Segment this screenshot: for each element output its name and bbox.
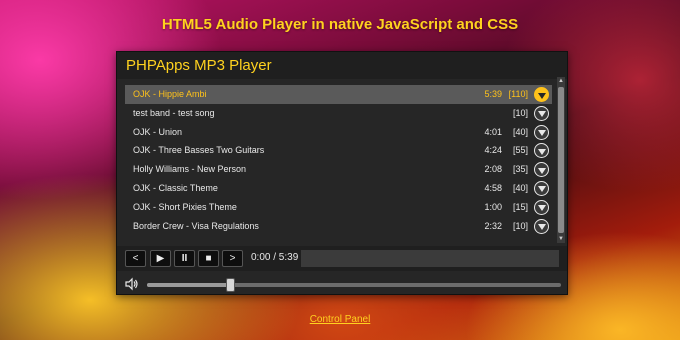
track-title: OJK - Classic Theme (133, 182, 218, 193)
audio-player: PHPApps MP3 Player OJK - Hippie Ambi 5:39… (116, 51, 568, 295)
player-header: PHPApps MP3 Player (117, 52, 567, 79)
track-download-icon[interactable] (534, 218, 549, 234)
track-play-count: [40] (512, 182, 528, 193)
stop-button[interactable]: ■ (198, 250, 219, 267)
playlist-track[interactable]: test band - test song [10] (125, 104, 552, 123)
track-play-count: [35] (512, 164, 528, 175)
track-download-icon[interactable] (534, 162, 549, 178)
volume-slider-thumb[interactable] (225, 278, 235, 292)
track-download-icon[interactable] (534, 180, 549, 196)
playlist: OJK - Hippie Ambi 5:39 [110] test band - te… (125, 85, 552, 243)
transport-controls: < ▶ II ■ > 0:00 / 5:39 (117, 246, 567, 271)
track-play-count: [10] (512, 220, 528, 231)
track-play-count: [10] (512, 107, 528, 118)
track-title: OJK - Short Pixies Theme (133, 201, 237, 212)
playlist-track[interactable]: OJK - Classic Theme 4:58 [40] (125, 179, 552, 198)
track-duration: 4:24 (484, 145, 502, 156)
control-panel-link[interactable]: Control Panel (0, 314, 680, 325)
track-title: OJK - Union (133, 126, 183, 137)
track-download-icon[interactable] (534, 143, 549, 159)
scroll-down-icon[interactable]: ▼ (557, 235, 565, 243)
playlist-track[interactable]: Holly Williams - New Person 2:08 [35] (125, 160, 552, 179)
track-duration: 2:08 (484, 164, 502, 175)
player-title: PHPApps MP3 Player (126, 57, 272, 74)
track-play-count: [15] (512, 201, 528, 212)
playlist-track[interactable]: OJK - Union 4:01 [40] (125, 123, 552, 142)
next-button[interactable]: > (222, 250, 243, 267)
previous-button[interactable]: < (125, 250, 146, 267)
track-play-count: [40] (512, 126, 528, 137)
track-duration: 5:39 (484, 89, 502, 99)
track-download-icon[interactable] (534, 105, 549, 121)
scroll-up-icon[interactable]: ▲ (557, 77, 565, 85)
scrollbar-thumb[interactable] (558, 87, 564, 233)
track-title: Holly Williams - New Person (133, 164, 247, 175)
track-play-count: [55] (512, 145, 528, 156)
volume-fill (147, 283, 230, 287)
time-display: 0:00 / 5:39 (251, 252, 299, 263)
track-duration: 1:00 (484, 201, 502, 212)
track-duration: 2:32 (484, 220, 502, 231)
pause-button[interactable]: II (174, 250, 195, 267)
playlist-track[interactable]: OJK - Three Basses Two Guitars 4:24 [55] (125, 141, 552, 160)
volume-row (117, 273, 567, 295)
page-title: HTML5 Audio Player in native JavaScript … (161, 16, 519, 33)
track-download-icon[interactable] (534, 87, 549, 102)
track-title: Border Crew - Visa Regulations (133, 220, 259, 231)
track-download-icon[interactable] (534, 199, 549, 215)
track-duration: 4:58 (484, 182, 502, 193)
track-title: OJK - Three Basses Two Guitars (133, 145, 265, 156)
track-download-icon[interactable] (534, 124, 549, 140)
playlist-track[interactable]: OJK - Hippie Ambi 5:39 [110] (125, 85, 552, 104)
track-title: test band - test song (133, 107, 215, 118)
volume-slider[interactable] (147, 278, 561, 292)
playlist-track[interactable]: OJK - Short Pixies Theme 1:00 [15] (125, 198, 552, 217)
status-bar (301, 250, 559, 267)
playlist-scrollbar[interactable]: ▲ ▼ (557, 77, 565, 243)
track-play-count: [110] (508, 89, 528, 99)
track-duration: 4:01 (484, 126, 502, 137)
speaker-icon[interactable] (125, 277, 139, 291)
track-title: OJK - Hippie Ambi (133, 89, 207, 99)
playlist-track[interactable]: Border Crew - Visa Regulations 2:32 [10] (125, 217, 552, 236)
play-button[interactable]: ▶ (150, 250, 171, 267)
